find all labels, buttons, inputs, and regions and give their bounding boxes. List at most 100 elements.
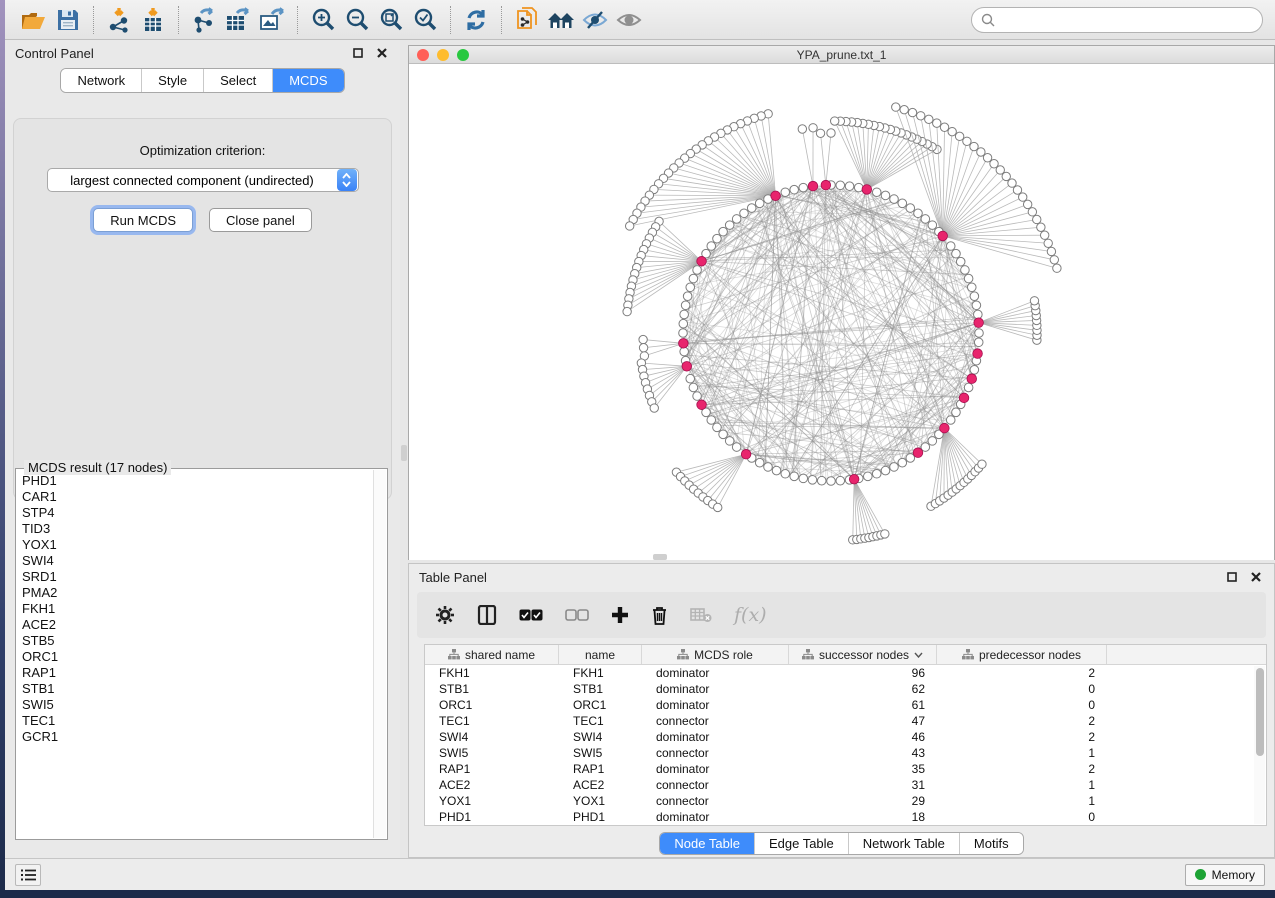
ring-node[interactable] [906, 204, 915, 213]
ring-node[interactable] [681, 301, 690, 310]
mcds-result-item[interactable]: CAR1 [22, 489, 373, 505]
ring-node[interactable] [845, 182, 854, 191]
task-history-button[interactable] [15, 864, 41, 886]
satellite-node[interactable] [1013, 186, 1021, 194]
satellite-node[interactable] [948, 127, 956, 135]
ring-node[interactable] [956, 257, 965, 266]
satellite-node[interactable] [714, 503, 722, 511]
table-row[interactable]: STB1STB1dominator620 [425, 681, 1266, 697]
ring-node[interactable] [928, 437, 937, 446]
ring-node[interactable] [854, 183, 863, 192]
satellite-node[interactable] [816, 129, 824, 137]
satellite-node[interactable] [881, 530, 889, 538]
zoom-fit-button[interactable] [374, 4, 408, 36]
ring-node[interactable] [872, 469, 881, 478]
tab-select[interactable]: Select [203, 69, 272, 92]
satellite-node[interactable] [925, 115, 933, 123]
ring-node[interactable] [713, 423, 722, 432]
satellite-node[interactable] [977, 148, 985, 156]
close-mcds-panel-button[interactable]: Close panel [209, 208, 312, 232]
satellite-node[interactable] [625, 222, 633, 230]
function-builder-button[interactable]: f(x) [734, 604, 767, 626]
table-row[interactable]: PHD1PHD1dominator180 [425, 809, 1266, 825]
satellite-node[interactable] [892, 103, 900, 111]
refresh-button[interactable] [459, 4, 493, 36]
import-network-button[interactable] [102, 4, 136, 36]
ring-node[interactable] [946, 416, 955, 425]
satellite-node[interactable] [955, 132, 963, 140]
mcds-result-item[interactable]: RAP1 [22, 665, 373, 681]
table-row[interactable]: RAP1RAP1dominator352 [425, 761, 1266, 777]
ring-node[interactable] [764, 463, 773, 472]
satellite-node[interactable] [970, 142, 978, 150]
table-settings-button[interactable] [435, 605, 455, 625]
ring-node[interactable] [679, 329, 688, 338]
mcds-hub-node[interactable] [682, 361, 692, 371]
close-panel-button[interactable] [374, 45, 390, 61]
ring-node[interactable] [772, 466, 781, 475]
table-row[interactable]: SWI4SWI4dominator462 [425, 729, 1266, 745]
ring-node[interactable] [732, 215, 741, 224]
tab-network-table[interactable]: Network Table [848, 833, 959, 854]
ring-node[interactable] [693, 392, 702, 401]
ring-node[interactable] [921, 215, 930, 224]
mcds-result-item[interactable]: STB5 [22, 633, 373, 649]
mcds-hub-node[interactable] [959, 393, 969, 403]
mcds-result-scrollbar[interactable] [373, 470, 386, 838]
deselect-all-button[interactable] [565, 609, 589, 621]
run-mcds-button[interactable]: Run MCDS [93, 208, 193, 232]
mcds-hub-node[interactable] [821, 180, 831, 190]
ring-node[interactable] [952, 249, 961, 258]
ring-node[interactable] [836, 476, 845, 485]
column-header-name[interactable]: name [559, 645, 642, 664]
ring-node[interactable] [972, 301, 981, 310]
show-panel-button[interactable] [612, 4, 646, 36]
import-table-button[interactable] [136, 4, 170, 36]
tab-node-table[interactable]: Node Table [660, 833, 754, 854]
satellite-node[interactable] [900, 105, 908, 113]
satellite-node[interactable] [830, 117, 838, 125]
ring-node[interactable] [914, 209, 923, 218]
split-divider[interactable] [400, 40, 408, 858]
mcds-hub-node[interactable] [679, 339, 689, 349]
satellite-node[interactable] [798, 125, 806, 133]
mcds-hub-node[interactable] [973, 349, 983, 359]
close-table-panel-button[interactable] [1248, 569, 1264, 585]
table-scrollbar[interactable] [1254, 666, 1265, 824]
satellite-node[interactable] [940, 123, 948, 131]
satellite-node[interactable] [809, 124, 817, 132]
mcds-hub-node[interactable] [938, 231, 948, 241]
mcds-result-item[interactable]: TEC1 [22, 713, 373, 729]
column-header-shared-name[interactable]: shared name [425, 645, 559, 664]
tab-mcds[interactable]: MCDS [272, 69, 343, 92]
table-row[interactable]: TEC1TEC1connector472 [425, 713, 1266, 729]
ring-node[interactable] [781, 188, 790, 197]
ring-node[interactable] [747, 204, 756, 213]
ring-node[interactable] [808, 476, 817, 485]
ring-node[interactable] [961, 266, 970, 275]
ring-node[interactable] [680, 310, 689, 319]
memory-button[interactable]: Memory [1185, 864, 1265, 886]
ring-node[interactable] [881, 466, 890, 475]
mcds-result-item[interactable]: SRD1 [22, 569, 373, 585]
ring-node[interactable] [680, 347, 689, 356]
column-header-successor-nodes[interactable]: successor nodes [789, 645, 937, 664]
ring-node[interactable] [872, 188, 881, 197]
ring-node[interactable] [836, 181, 845, 190]
ring-node[interactable] [740, 209, 749, 218]
split-divider-handle[interactable] [401, 445, 407, 461]
mcds-result-list[interactable]: PHD1CAR1STP4TID3YOX1SWI4SRD1PMA2FKH1ACE2… [22, 473, 373, 837]
network-canvas[interactable] [409, 64, 1274, 560]
mcds-hub-node[interactable] [771, 191, 781, 201]
ring-node[interactable] [725, 437, 734, 446]
ring-node[interactable] [755, 458, 764, 467]
zoom-selected-button[interactable] [408, 4, 442, 36]
ring-node[interactable] [732, 443, 741, 452]
float-panel-button[interactable] [350, 45, 366, 61]
network-window-titlebar[interactable]: YPA_prune.txt_1 [409, 46, 1274, 64]
ring-node[interactable] [898, 458, 907, 467]
save-session-button[interactable] [51, 4, 85, 36]
table-row[interactable]: ORC1ORC1dominator610 [425, 697, 1266, 713]
ring-node[interactable] [881, 191, 890, 200]
ring-node[interactable] [689, 274, 698, 283]
